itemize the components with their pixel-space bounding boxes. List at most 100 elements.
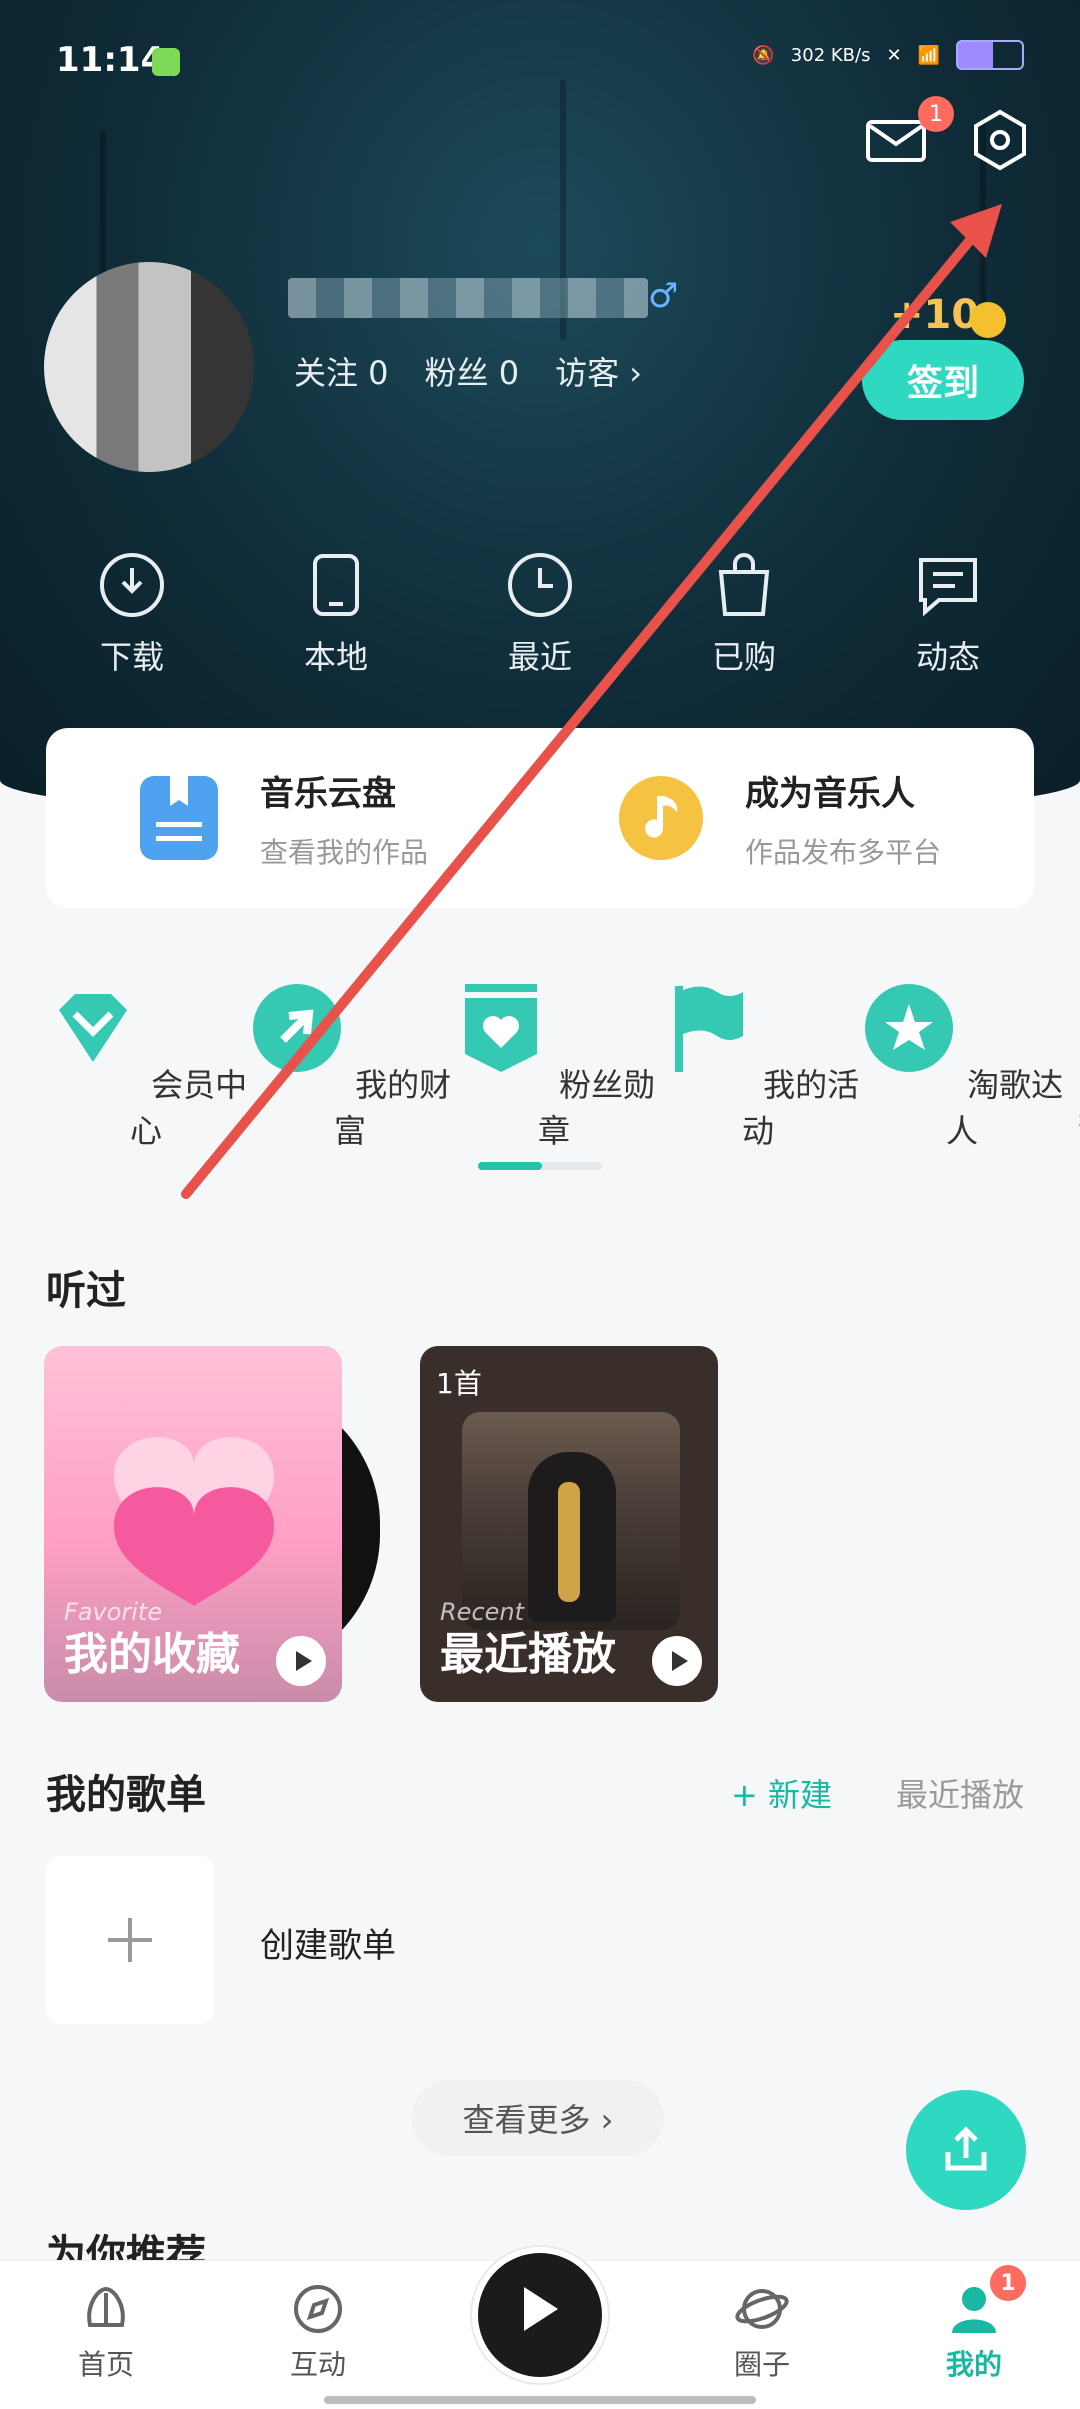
feature-vip-center[interactable]: 会员中心 [44, 980, 248, 1152]
status-bar: 11:14 🔕 302 KB/s ✕ 📶 [0, 0, 1080, 120]
feature-label: 会员中心 [129, 1066, 248, 1150]
signin-button[interactable]: 签到 [862, 340, 1024, 420]
feature-wealth[interactable]: 我的财富 [248, 980, 452, 1152]
now-playing-play-icon [472, 2247, 608, 2383]
upload-button[interactable] [906, 2090, 1026, 2210]
sort-recent-link[interactable]: 最近播放 [896, 1770, 1024, 1816]
feature-more[interactable]: 我 [1064, 980, 1080, 1152]
feature-fan-badge[interactable]: 粉丝勋章 [452, 980, 656, 1152]
quick-local[interactable]: 本地 [266, 550, 406, 678]
nav-mine[interactable]: 我的 1 [894, 2261, 1054, 2383]
star-badge-icon [864, 984, 953, 1072]
heart-icon [114, 1437, 274, 1606]
music-cloud-card: 音乐云盘 查看我的作品 成为音乐人 作品发布多平台 [46, 728, 1034, 908]
music-cloud-subtitle: 查看我的作品 [260, 835, 429, 869]
mail-button[interactable]: 1 [864, 96, 954, 172]
quick-download[interactable]: 下载 [62, 550, 202, 678]
now-playing-disc[interactable] [450, 2221, 630, 2401]
battery-icon [956, 40, 1024, 70]
quick-actions: 下载 本地 最近 已购 动态 [0, 550, 1080, 678]
upload-icon [945, 2126, 987, 2171]
feature-scroll-indicator [478, 1162, 542, 1170]
quick-local-label: 本地 [303, 638, 368, 676]
status-right: 🔕 302 KB/s ✕ 📶 [752, 40, 1024, 70]
nav-circle[interactable]: 圈子 [682, 2261, 842, 2383]
fans-stat[interactable]: 粉丝 0 [425, 348, 520, 394]
download-icon [100, 553, 164, 617]
nav-circle-label: 圈子 [733, 2348, 790, 2381]
nav-interact[interactable]: 互动 [238, 2261, 398, 2383]
coin-reward: +10 [890, 292, 980, 338]
app-notification-icon [152, 48, 180, 76]
home-leaf-icon [87, 2286, 125, 2327]
feature-label: 我的财富 [333, 1066, 452, 1150]
settings-button[interactable] [968, 108, 1032, 172]
playlists-title: 我的歌单 [46, 1772, 206, 1818]
feature-activities[interactable]: 我的活动 [656, 980, 860, 1152]
sim-icon: ✕ [886, 44, 902, 66]
avatar[interactable] [44, 262, 254, 472]
wealth-icon [252, 984, 341, 1072]
bottom-nav: 首页 互动 圈子 我的 1 [0, 2247, 1080, 2409]
recent-play-button[interactable] [652, 1636, 702, 1686]
quick-purchased[interactable]: 已购 [674, 550, 814, 678]
clock-icon [508, 553, 572, 617]
playlist-actions: + 新建 最近播放 [731, 1770, 1024, 1816]
view-more-button[interactable]: 查看更多 › [412, 2080, 664, 2156]
nav-mine-badge: 1 [990, 2265, 1026, 2301]
quick-feed-label: 动态 [915, 638, 980, 676]
coin-icon [970, 302, 1006, 338]
favorite-cover[interactable]: Favorite 我的收藏 [44, 1346, 342, 1702]
top-actions: 1 [864, 96, 1032, 172]
feature-row: 会员中心 我的财富 粉丝勋章 我的活动 淘歌达人 我 [0, 980, 1080, 1152]
recent-label: 最近播放 [440, 1629, 616, 1680]
quick-purchased-label: 已购 [711, 638, 776, 676]
message-icon [919, 558, 977, 617]
more-icon [1064, 980, 1080, 1076]
new-playlist-button[interactable]: + 新建 [731, 1770, 832, 1816]
status-time: 11:14 [56, 40, 165, 80]
create-playlist-button[interactable] [46, 1856, 214, 2024]
username-blurred [288, 278, 648, 318]
feature-label: 粉丝勋章 [537, 1066, 656, 1150]
flag-icon [674, 986, 743, 1072]
mail-badge: 1 [918, 96, 954, 132]
mute-icon: 🔕 [752, 44, 775, 66]
visitors-link[interactable]: 访客 › [555, 348, 642, 394]
quick-feed[interactable]: 动态 [878, 550, 1018, 678]
favorite-play-button[interactable] [276, 1636, 326, 1686]
quick-recent[interactable]: 最近 [470, 550, 610, 678]
favorite-label: 我的收藏 [64, 1629, 240, 1680]
feature-song-expert[interactable]: 淘歌达人 [860, 980, 1064, 1152]
become-musician-title: 成为音乐人 [745, 773, 915, 814]
cloud-disk-icon [140, 776, 218, 860]
phone-icon [313, 554, 359, 616]
planet-icon [735, 2289, 789, 2329]
nav-home-label: 首页 [77, 2348, 134, 2381]
quick-recent-label: 最近 [507, 638, 572, 676]
listened-title: 听过 [46, 1268, 126, 1314]
feature-label: 淘歌达人 [945, 1066, 1064, 1150]
compass-icon [294, 2285, 342, 2333]
music-note-icon [619, 776, 703, 860]
music-cloud-title: 音乐云盘 [260, 773, 396, 814]
become-musician-entry[interactable]: 成为音乐人 作品发布多平台 [555, 766, 1034, 871]
quick-download-label: 下载 [99, 638, 164, 676]
recent-count: 1首 [436, 1367, 482, 1400]
photo-saxophone [558, 1482, 580, 1602]
feature-label: 我的活动 [741, 1066, 860, 1150]
create-playlist-label[interactable]: 创建歌单 [260, 1918, 396, 1967]
nav-interact-label: 互动 [289, 2348, 346, 2381]
following-stat[interactable]: 关注 0 [294, 348, 389, 394]
nav-home[interactable]: 首页 [26, 2261, 186, 2383]
vip-diamond-icon [58, 994, 127, 1062]
music-cloud-entry[interactable]: 音乐云盘 查看我的作品 [46, 766, 555, 871]
recent-cover[interactable]: 1首 Recent 最近播放 [420, 1346, 718, 1702]
wifi-icon: 📶 [917, 44, 940, 66]
become-musician-subtitle: 作品发布多平台 [745, 835, 942, 869]
home-indicator [324, 2396, 756, 2404]
bag-icon [718, 553, 770, 616]
gender-male-icon: ♂ [648, 276, 679, 316]
net-speed: 302 KB/s [790, 44, 871, 66]
profile-stats: 关注 0 粉丝 0 访客 › [294, 348, 642, 394]
